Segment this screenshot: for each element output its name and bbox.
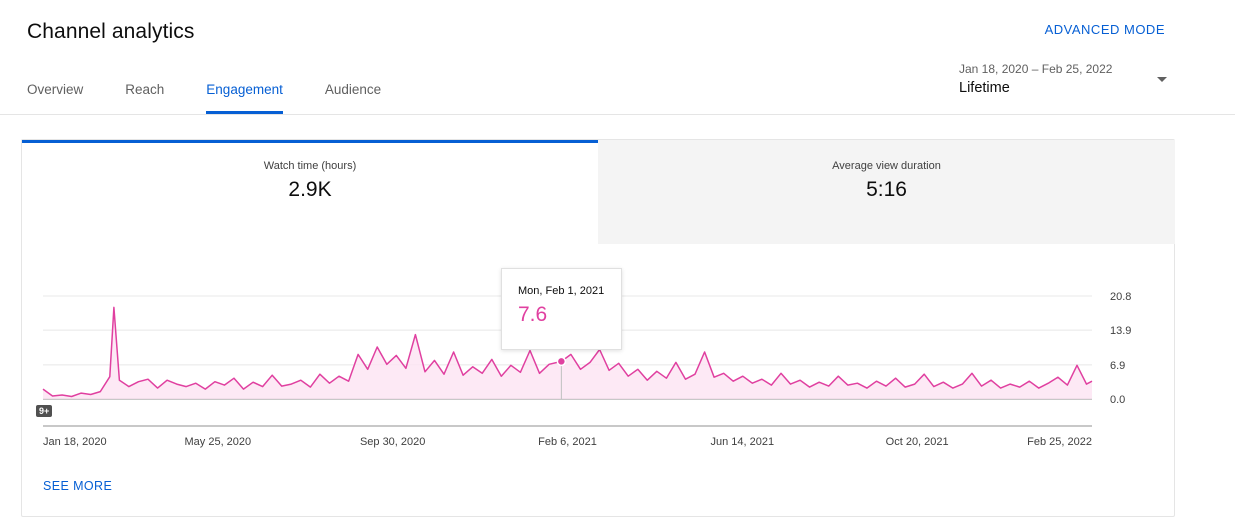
- page-title: Channel analytics: [27, 20, 195, 43]
- x-tick-label: Feb 25, 2022: [1027, 436, 1092, 448]
- y-tick-label: 0.0: [1110, 394, 1125, 406]
- y-tick-label: 6.9: [1110, 360, 1125, 372]
- date-range-dropdown[interactable]: Jan 18, 2020 – Feb 25, 2022 Lifetime: [959, 62, 1167, 96]
- tab-bar: Overview Reach Engagement Audience: [27, 82, 423, 114]
- see-more-link[interactable]: SEE MORE: [43, 479, 112, 493]
- tab-audience[interactable]: Audience: [325, 82, 381, 114]
- metric-value: 5:16: [866, 178, 907, 201]
- metric-average-view-duration[interactable]: Average view duration 5:16: [598, 140, 1175, 244]
- analytics-card: Watch time (hours) 2.9K Average view dur…: [21, 139, 1175, 517]
- chart-tooltip: Mon, Feb 1, 2021 7.6: [501, 268, 622, 350]
- x-tick-label: Jan 18, 2020: [43, 436, 107, 448]
- x-tick-label: Oct 20, 2021: [886, 436, 949, 448]
- annotation-badge[interactable]: 9+: [36, 405, 53, 417]
- y-tick-label: 20.8: [1110, 291, 1131, 303]
- tab-engagement[interactable]: Engagement: [206, 82, 283, 114]
- highlight-point: [556, 356, 567, 367]
- tab-reach[interactable]: Reach: [125, 82, 164, 114]
- x-tick-label: Jun 14, 2021: [711, 436, 775, 448]
- header-divider: [0, 114, 1235, 115]
- date-range-text: Jan 18, 2020 – Feb 25, 2022: [959, 62, 1113, 76]
- x-tick-label: Sep 30, 2020: [360, 436, 425, 448]
- metric-value: 2.9K: [288, 178, 332, 201]
- metric-label: Average view duration: [832, 160, 941, 172]
- tab-overview[interactable]: Overview: [27, 82, 83, 114]
- tooltip-value: 7.6: [518, 303, 548, 326]
- metric-watch-time[interactable]: Watch time (hours) 2.9K: [22, 140, 598, 244]
- x-tick-label: Feb 6, 2021: [538, 436, 597, 448]
- date-range-label: Lifetime: [959, 80, 1010, 96]
- x-tick-label: May 25, 2020: [185, 436, 252, 448]
- advanced-mode-button[interactable]: ADVANCED MODE: [1045, 22, 1165, 37]
- metric-label: Watch time (hours): [263, 160, 357, 172]
- caret-down-icon: [1157, 77, 1167, 82]
- tooltip-date: Mon, Feb 1, 2021: [518, 285, 605, 297]
- y-tick-label: 13.9: [1110, 325, 1131, 337]
